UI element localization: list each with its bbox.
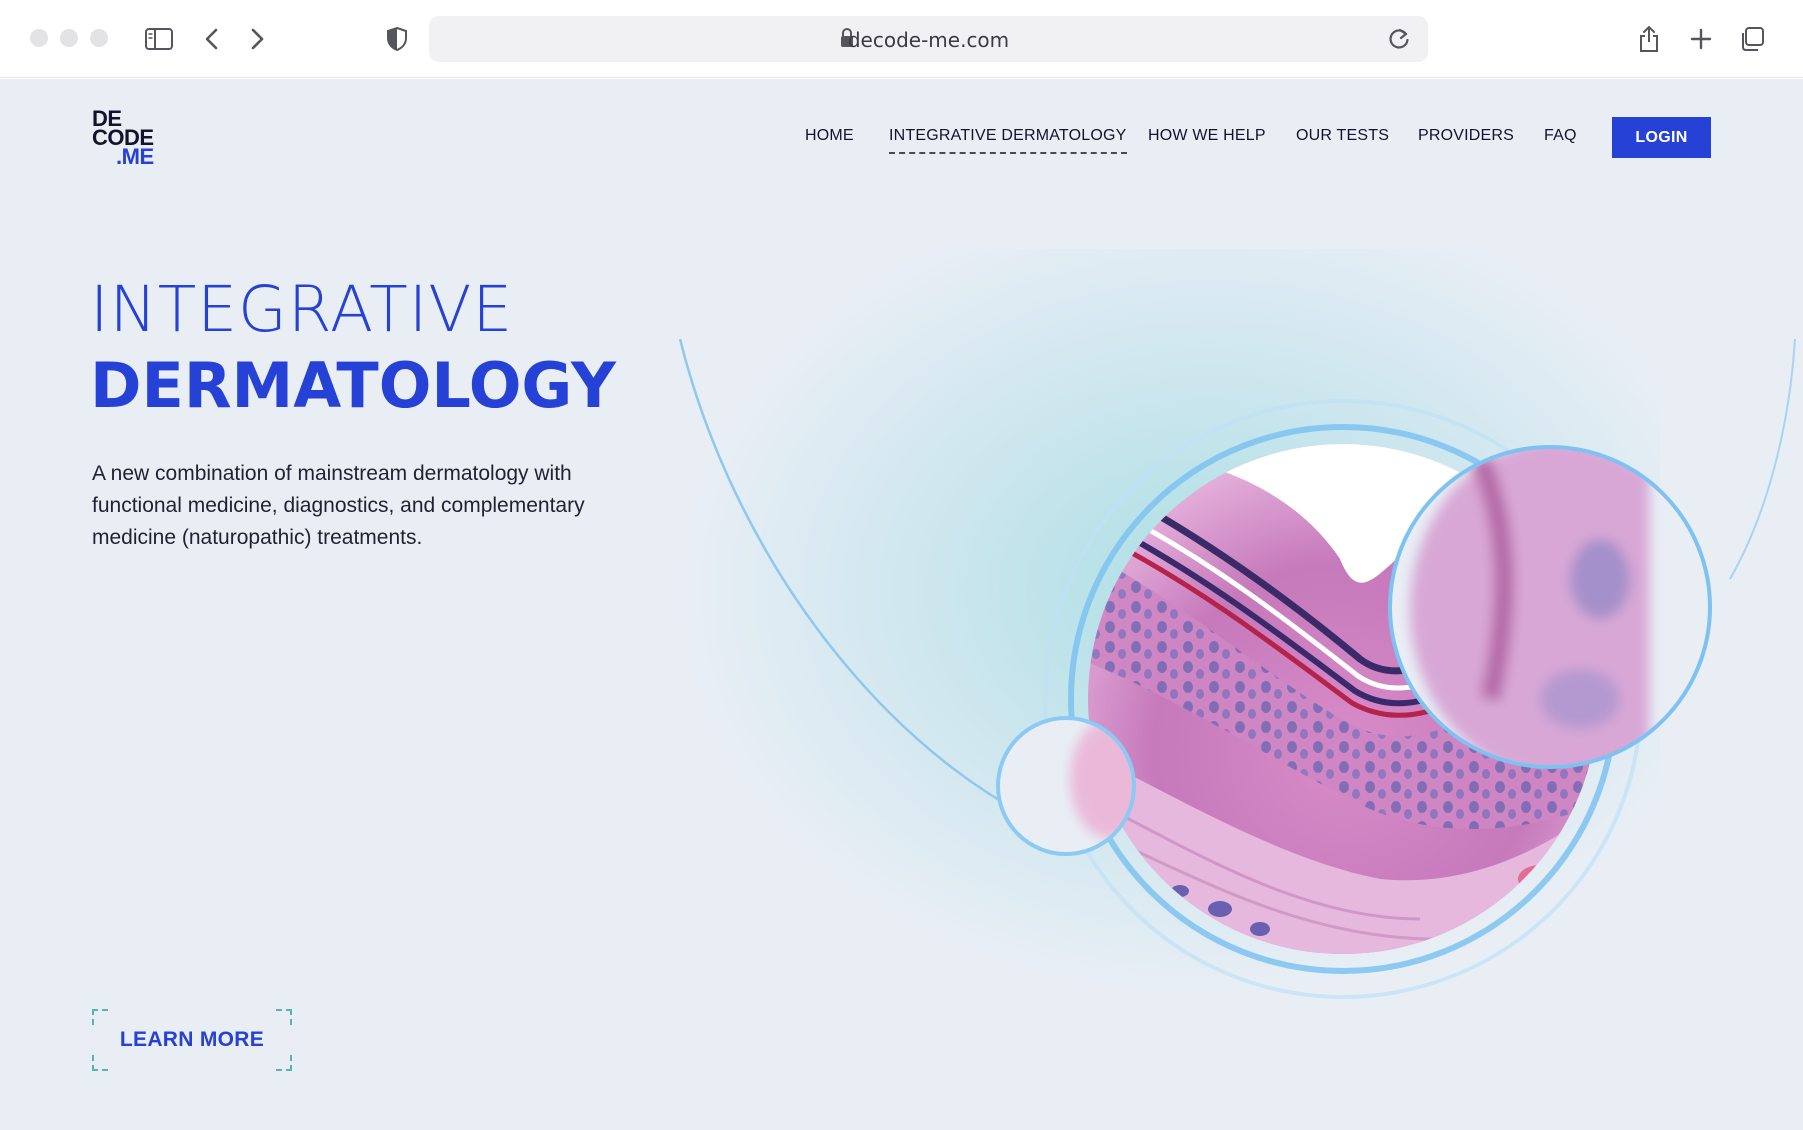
nav-providers[interactable]: PROVIDERS: [1418, 127, 1514, 145]
reload-icon[interactable]: [1386, 26, 1412, 57]
frame-corner: [92, 1009, 108, 1025]
tab-overview-icon[interactable]: [1733, 20, 1771, 58]
window-close-button[interactable]: [30, 29, 48, 47]
nav-faq[interactable]: FAQ: [1544, 127, 1577, 145]
address-bar[interactable]: decode-me.com: [429, 16, 1428, 62]
learn-more-button[interactable]: LEARN MORE: [92, 1009, 292, 1071]
skin-tissue-illustration: [678, 338, 1796, 999]
hero-title-line2: DERMATOLOGY: [90, 349, 616, 422]
frame-corner: [276, 1009, 292, 1025]
sidebar-toggle-icon[interactable]: [140, 20, 178, 58]
window-zoom-button[interactable]: [90, 29, 108, 47]
frame-corner: [92, 1055, 108, 1071]
back-icon[interactable]: [193, 20, 231, 58]
share-icon[interactable]: [1630, 20, 1668, 58]
nav-how-we-help[interactable]: HOW WE HELP: [1148, 127, 1266, 145]
learn-more-label: LEARN MORE: [119, 1028, 265, 1051]
privacy-shield-icon[interactable]: [378, 20, 416, 58]
new-tab-icon[interactable]: [1682, 20, 1720, 58]
login-button[interactable]: LOGIN: [1612, 117, 1711, 158]
site-logo[interactable]: DE CODE .ME: [92, 108, 154, 168]
frame-corner: [276, 1055, 292, 1071]
browser-toolbar: decode-me.com: [0, 0, 1803, 78]
nav-integrative-dermatology[interactable]: INTEGRATIVE DERMATOLOGY: [889, 127, 1127, 154]
nav-home[interactable]: HOME: [805, 127, 854, 145]
hero-description: A new combination of mainstream dermatol…: [92, 462, 585, 549]
page-viewport: DE CODE .ME HOME INTEGRATIVE DERMATOLOGY…: [0, 79, 1803, 1130]
url-text: decode-me.com: [847, 28, 1010, 52]
nav-our-tests[interactable]: OUR TESTS: [1296, 127, 1389, 145]
forward-icon[interactable]: [238, 20, 276, 58]
window-minimize-button[interactable]: [60, 29, 78, 47]
hero-title-line1: INTEGRATIVE: [90, 273, 514, 346]
